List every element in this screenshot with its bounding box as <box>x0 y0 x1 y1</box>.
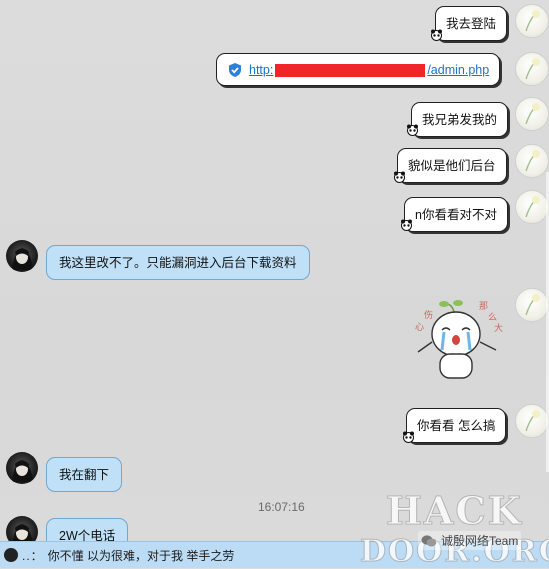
message-text: 我去登陆 <box>446 17 497 31</box>
avatar <box>4 548 18 562</box>
panda-icon <box>402 431 415 443</box>
message-bubble[interactable]: 你看看 怎么搞 <box>406 408 507 443</box>
avatar[interactable] <box>515 190 549 224</box>
timestamp: 16:07:16 <box>258 500 305 514</box>
message-bubble[interactable]: 我在翻下 <box>46 457 123 492</box>
avatar[interactable] <box>515 97 549 131</box>
message-text: 我这里改不了。只能漏洞进入后台下载资料 <box>59 256 297 270</box>
panda-icon <box>430 29 443 41</box>
message-text: 貌似是他们后台 <box>408 159 496 173</box>
url-link[interactable]: http: /admin.php <box>249 62 489 78</box>
shield-icon <box>229 63 241 77</box>
preview-text: 你不懂 以为很难，对于我 举手之劳 <box>47 548 235 563</box>
message-bubble[interactable]: 我这里改不了。只能漏洞进入后台下载资料 <box>46 245 310 280</box>
redaction-bar <box>275 64 426 78</box>
sticker-char: 伤 <box>424 311 434 321</box>
chat-window: 我去登陆 http: /admin.php 我兄弟发我的 貌似是他们后台 n你看看… <box>0 0 549 569</box>
panda-icon <box>406 124 419 136</box>
avatar[interactable] <box>6 240 38 272</box>
link-message-bubble[interactable]: http: /admin.php <box>216 53 501 86</box>
message-text: 我兄弟发我的 <box>422 113 498 127</box>
message-bubble[interactable]: n你看看对不对 <box>404 197 508 232</box>
avatar[interactable] <box>515 52 549 86</box>
url-suffix: /admin.php <box>427 63 490 77</box>
message-text: 我在翻下 <box>59 468 110 482</box>
message-bubble[interactable]: 我兄弟发我的 <box>411 102 509 137</box>
sender-prefix: ..： <box>22 548 44 563</box>
message-bubble[interactable]: 我去登陆 <box>435 6 508 41</box>
message-text: 你看看 怎么搞 <box>417 419 496 433</box>
url-prefix: http: <box>249 63 274 77</box>
message-text: n你看看对不对 <box>415 208 497 222</box>
sticker-char: 大 <box>494 324 504 334</box>
avatar[interactable] <box>6 452 38 484</box>
wechat-icon <box>421 534 437 546</box>
avatar[interactable] <box>515 288 549 322</box>
watermark-hack: HACK <box>386 488 523 534</box>
sticker-char: 心 <box>415 323 425 333</box>
message-bubble[interactable]: 貌似是他们后台 <box>397 148 507 183</box>
avatar[interactable] <box>515 4 549 38</box>
watermark-brand: 诚殷网络Team <box>418 531 522 550</box>
brand-text: 诚殷网络Team <box>441 534 519 548</box>
panda-icon <box>393 171 406 183</box>
avatar[interactable] <box>515 144 549 178</box>
sticker-char: 那 <box>479 302 489 312</box>
panda-icon <box>400 219 413 231</box>
avatar[interactable] <box>515 404 549 438</box>
